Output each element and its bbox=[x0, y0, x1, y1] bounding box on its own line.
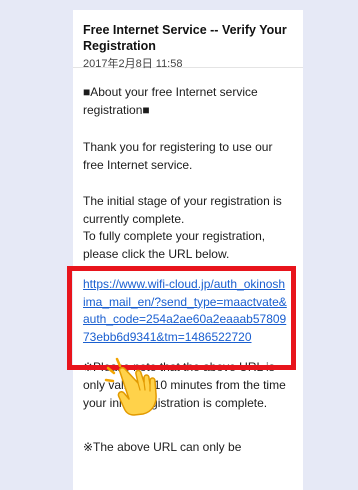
instruction-paragraph: To fully complete your registration, ple… bbox=[83, 229, 266, 261]
single-use-note: ※The above URL can only be bbox=[83, 440, 242, 454]
email-subject: Free Internet Service -- Verify Your Reg… bbox=[83, 23, 287, 53]
initial-stage-paragraph: The initial stage of your registration i… bbox=[83, 194, 282, 226]
email-header: Free Internet Service -- Verify Your Reg… bbox=[73, 10, 303, 70]
about-heading: ■About your free Internet service regist… bbox=[83, 85, 258, 117]
email-date: 2017年2月8日 11:58 bbox=[83, 58, 183, 70]
verification-link[interactable]: https://www.wifi-cloud.jp/auth_okinoshim… bbox=[83, 276, 287, 346]
thanks-paragraph: Thank you for registering to use our fre… bbox=[83, 140, 273, 172]
pointing-hand-icon bbox=[104, 357, 157, 416]
